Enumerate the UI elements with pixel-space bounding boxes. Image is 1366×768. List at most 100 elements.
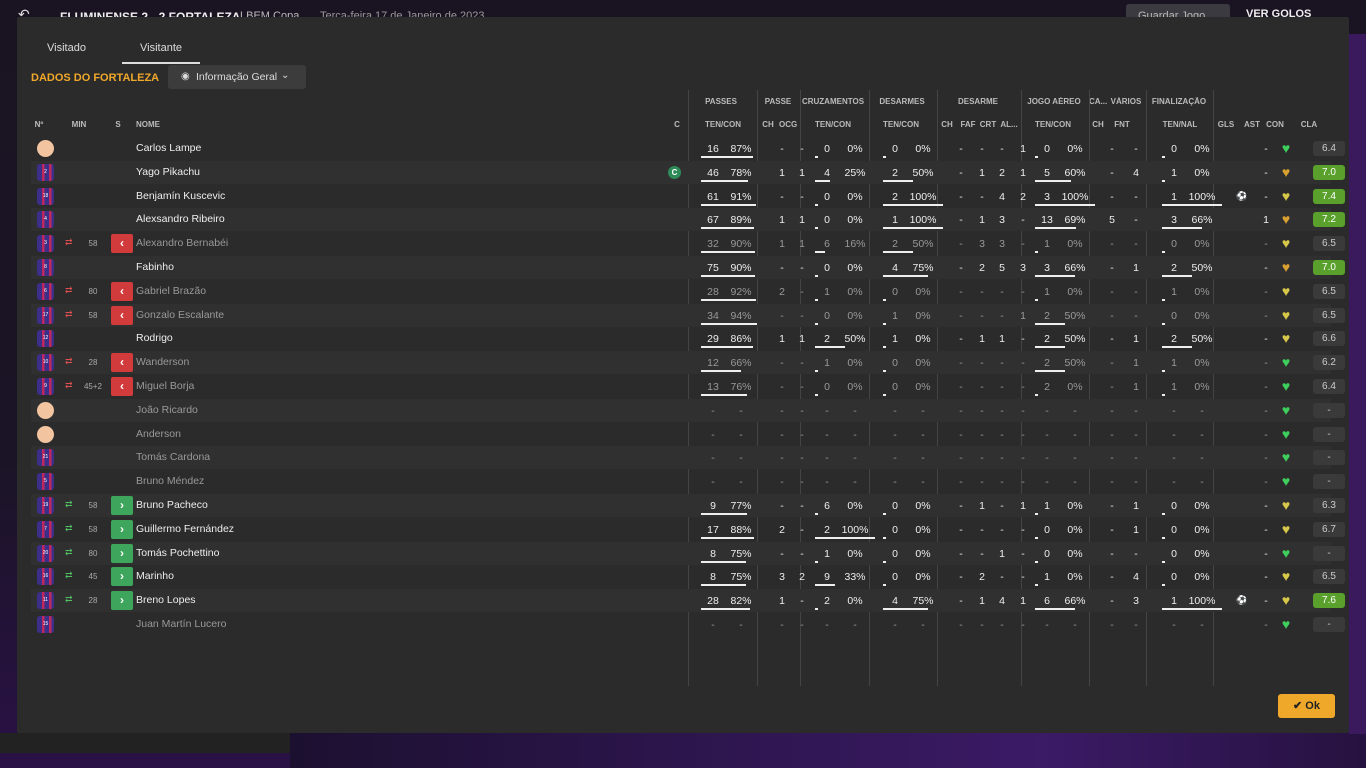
table-row[interactable]: 19 ⇄ 58 › Bruno Pacheco 9 77% - - 6 0% 0 0% - 1 - 1 1 0% - 1… bbox=[31, 494, 1345, 517]
shots-percent: 0% bbox=[1194, 238, 1210, 251]
player-name[interactable]: Alexsandro Ribeiro bbox=[136, 213, 225, 225]
passes-percent: 75% bbox=[730, 547, 752, 560]
table-row[interactable]: 18 Benjamín Kuscevic 61 91% - -0 0% 2 100% - -4 2 3 1… bbox=[31, 185, 1345, 208]
column-header[interactable]: TEN/NAL bbox=[1160, 120, 1200, 129]
player-name[interactable]: João Ricardo bbox=[136, 404, 198, 416]
table-row[interactable]: Carlos Lampe 16 87% - - 0 0% 0 0% - - - 1 0 0% - - 0 0% - ♥ 6… bbox=[31, 137, 1345, 160]
player-name[interactable]: Juan Martín Lucero bbox=[136, 618, 226, 630]
player-name[interactable]: Tomás Pochettino bbox=[136, 547, 219, 559]
table-row[interactable]: 12 Rodrigo 29 86% 1 1 2 50% 1 0% -1 1-2 50% -1 2 50% - ♥ 6… bbox=[31, 327, 1345, 350]
crosses-percent: 0% bbox=[847, 500, 863, 512]
defense-stat: - bbox=[1021, 333, 1025, 346]
table-row[interactable]: 11 ⇄ 28 › Breno Lopes 28 82% 1 - 2 0% 4 75% - 1 4 1 6 66% -… bbox=[31, 589, 1345, 613]
aerial-bar bbox=[1035, 560, 1038, 563]
column-header[interactable]: TEN/CON bbox=[1033, 120, 1073, 129]
player-name[interactable]: Rodrigo bbox=[136, 332, 173, 344]
passes-percent: 90% bbox=[730, 238, 752, 251]
player-name[interactable]: Anderson bbox=[136, 428, 181, 440]
table-row[interactable]: 10 ⇄ 28 ‹ Wanderson 12 66% - - 1 0% 0 0% - - - - 2 50% - 1 1 0… bbox=[31, 351, 1345, 375]
crosses-percent: 0% bbox=[847, 595, 863, 608]
player-name[interactable]: Marinho bbox=[136, 570, 174, 582]
table-row[interactable]: João Ricardo - - - - - - - - - - - - - - - - - - - ♥ - bbox=[31, 398, 1345, 422]
crosses-percent: 0% bbox=[847, 262, 863, 274]
crosses-bar bbox=[815, 394, 818, 396]
player-name[interactable]: Benjamín Kuscevic bbox=[136, 190, 225, 202]
passes-attempts: 9 bbox=[710, 500, 716, 512]
minutes-played: 28 bbox=[88, 358, 98, 368]
info-dropdown[interactable]: ◉ Informação Geral ⌄ bbox=[168, 65, 306, 89]
player-name[interactable]: Bruno Pacheco bbox=[136, 499, 208, 511]
column-header[interactable]: AL... bbox=[999, 120, 1019, 129]
fouls: - bbox=[1134, 238, 1138, 251]
shots-bar bbox=[1162, 275, 1192, 277]
table-row[interactable]: 9 ⇄ 45+2 ‹ Miguel Borja 13 76% - - 0 0% 0 0% - - - - 2 0% -… bbox=[31, 375, 1345, 398]
table-row[interactable]: 21 Tomás Cardona - - - - - - - - - - - - - - - - - - - ♥ - bbox=[31, 446, 1345, 470]
table-row[interactable]: 8 Fabinho 75 90% - - 0 0% 4 75% - 2 5 3 3 66% - 1 2 50% - ♥ 7.… bbox=[31, 256, 1345, 279]
column-header[interactable]: C bbox=[672, 120, 682, 129]
player-name[interactable]: Breno Lopes bbox=[136, 594, 196, 606]
table-row[interactable]: 4 Alexsandro Ribeiro 67 89% 1 1 0 0% 1 100% -1 3-13… bbox=[31, 208, 1345, 232]
column-header[interactable]: CH bbox=[1091, 120, 1105, 129]
column-header[interactable]: S bbox=[113, 120, 123, 129]
player-name[interactable]: Bruno Méndez bbox=[136, 475, 204, 487]
column-header[interactable]: OCG bbox=[779, 120, 797, 129]
shots-bar bbox=[1162, 203, 1222, 206]
pass-ocg: 2 bbox=[799, 571, 805, 584]
column-header[interactable]: AST bbox=[1243, 120, 1261, 129]
player-name[interactable]: Gonzalo Escalante bbox=[136, 309, 224, 321]
table-row[interactable]: 20 ⇄ 80 › Tomás Pochettino 8 75% - - 1 0% 0 0% - - 1 - 0 0… bbox=[31, 541, 1345, 565]
player-name[interactable]: Carlos Lampe bbox=[136, 142, 201, 154]
column-header[interactable]: CLA bbox=[1297, 120, 1321, 129]
column-header[interactable]: Nº bbox=[31, 120, 47, 129]
table-row[interactable]: 5 Bruno Méndez - - - - - - - - - - - - - - - - - - - ♥ - bbox=[31, 470, 1345, 493]
player-name[interactable]: Tomás Cardona bbox=[136, 451, 210, 463]
column-header[interactable]: CH bbox=[941, 120, 953, 129]
table-row[interactable]: 6 ⇄ 80 ‹ Gabriel Brazão 28 92% 2 - 1 0% 0 0% - - - - 1 0% -… bbox=[31, 280, 1345, 303]
player-name[interactable]: Gabriel Brazão bbox=[136, 285, 206, 297]
table-row[interactable]: Anderson - - - - - - - - - - - - - - - - - - - ♥ - bbox=[31, 423, 1345, 446]
column-header[interactable]: NOME bbox=[136, 120, 176, 129]
captain-icon: C bbox=[668, 165, 681, 179]
minutes-played: 80 bbox=[88, 286, 98, 296]
table-row[interactable]: 7 ⇄ 58 › Guillermo Fernández 17 88% 2-2 100% 0 0% -… bbox=[31, 518, 1345, 541]
column-header[interactable]: CH bbox=[761, 120, 775, 129]
table-row[interactable]: 16 ⇄ 45 › Marinho 8 75% 3 2 9 33% 0 0% -2- -1 0% -4 0 0% - ♥… bbox=[31, 565, 1345, 588]
column-header[interactable]: CRT bbox=[979, 120, 997, 129]
crosses-percent: 0% bbox=[847, 190, 863, 203]
column-header[interactable]: TEN/CON bbox=[881, 120, 921, 129]
defense-stat: - bbox=[959, 500, 963, 512]
player-rating: 6.7 bbox=[1313, 521, 1345, 537]
column-header[interactable]: FNT bbox=[1113, 120, 1131, 129]
tab-away[interactable]: Visitante bbox=[122, 42, 200, 64]
pass-ch: 1 bbox=[779, 333, 785, 346]
player-name[interactable]: Yago Pikachu bbox=[136, 166, 200, 178]
column-header[interactable]: CON bbox=[1264, 120, 1286, 129]
fouls: - bbox=[1134, 285, 1138, 298]
player-name[interactable]: Guillermo Fernández bbox=[136, 523, 234, 535]
defense-stat: - bbox=[959, 262, 963, 274]
player-name[interactable]: Miguel Borja bbox=[136, 380, 194, 392]
column-header[interactable]: MIN bbox=[69, 120, 89, 129]
tackles-percent: 0% bbox=[915, 547, 931, 560]
player-name[interactable]: Fabinho bbox=[136, 261, 174, 273]
player-name[interactable]: Alexandro Bernabéi bbox=[136, 237, 228, 249]
player-name[interactable]: Wanderson bbox=[136, 356, 189, 368]
ok-button[interactable]: ✔ Ok bbox=[1278, 694, 1335, 718]
defense-stat: - bbox=[1000, 404, 1004, 417]
column-header[interactable]: TEN/CON bbox=[703, 120, 743, 129]
table-row[interactable]: 2 Yago Pikachu C 46 78% 1 1 4 25% 2 50% - 1 2 1 5 60% - 4 1… bbox=[31, 160, 1345, 184]
table-row[interactable]: 15 Juan Martín Lucero - - - - - - - - - - - - - - - - - - - ♥… bbox=[31, 613, 1345, 636]
crosses-bar bbox=[815, 370, 818, 373]
table-row[interactable]: 3 ⇄ 58 ‹ Alexandro Bernabéi 32 90% 1 1 6 16% 2 50% - 3… bbox=[31, 232, 1345, 255]
shots-percent: 0% bbox=[1194, 285, 1210, 298]
table-row[interactable]: 17 ⇄ 58 ‹ Gonzalo Escalante 34 94% - - 0 0% 1 0% - - - 1… bbox=[31, 303, 1345, 327]
tab-home[interactable]: Visitado bbox=[47, 42, 86, 54]
column-header[interactable]: GLS bbox=[1217, 120, 1235, 129]
defense-stat: - bbox=[980, 428, 984, 441]
shots-percent: 100% bbox=[1188, 595, 1216, 608]
column-header[interactable]: TEN/CON bbox=[813, 120, 853, 129]
defense-stat: - bbox=[1000, 452, 1004, 465]
column-header[interactable]: FAF bbox=[959, 120, 977, 129]
defense-stat: - bbox=[1000, 428, 1004, 441]
aerial-percent: 0% bbox=[1067, 571, 1083, 584]
